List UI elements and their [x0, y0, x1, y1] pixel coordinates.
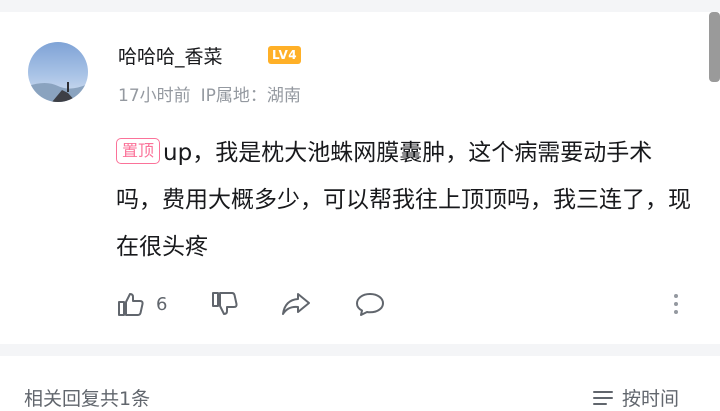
comment-text: up，我是枕大池蛛网膜囊肿，这个病需要动手术吗，费用大概多少，可以帮我往上顶顶吗… [116, 140, 691, 260]
like-count: 6 [156, 293, 168, 315]
reply-icon [356, 293, 384, 316]
scrollbar-thumb[interactable] [709, 12, 720, 82]
comment-time: 17小时前 [118, 86, 191, 106]
comment-body[interactable]: 置顶 up，我是枕大池蛛网膜囊肿，这个病需要动手术吗，费用大概多少，可以帮我往上顶… [116, 130, 696, 271]
share-icon [282, 293, 310, 315]
avatar-image [28, 82, 88, 102]
sort-lines-icon [593, 390, 613, 405]
avatar[interactable] [28, 42, 88, 102]
username[interactable]: 哈哈哈_香菜 [118, 42, 223, 69]
pinned-badge: 置顶 [116, 137, 161, 164]
comment-actions: 6 [116, 287, 696, 321]
reply-button[interactable] [354, 287, 386, 321]
reply-count: 相关回复共1条 [24, 388, 151, 410]
thumbs-down-icon [212, 292, 238, 315]
ip-location: IP属地：湖南 [200, 86, 301, 106]
share-button[interactable] [280, 287, 312, 321]
level-badge: LV4 [268, 46, 302, 64]
section-divider [0, 344, 720, 356]
sort-label: 按时间 [622, 388, 680, 410]
more-vertical-icon [674, 294, 678, 314]
top-divider [0, 0, 720, 12]
more-button[interactable] [670, 287, 682, 321]
thumbs-up-icon [118, 293, 144, 316]
comment-meta: 17小时前 IP属地：湖南 [118, 81, 301, 106]
dislike-button[interactable] [210, 287, 240, 321]
sort-toggle[interactable]: 按时间 [592, 384, 679, 411]
like-button[interactable]: 6 [116, 287, 167, 321]
